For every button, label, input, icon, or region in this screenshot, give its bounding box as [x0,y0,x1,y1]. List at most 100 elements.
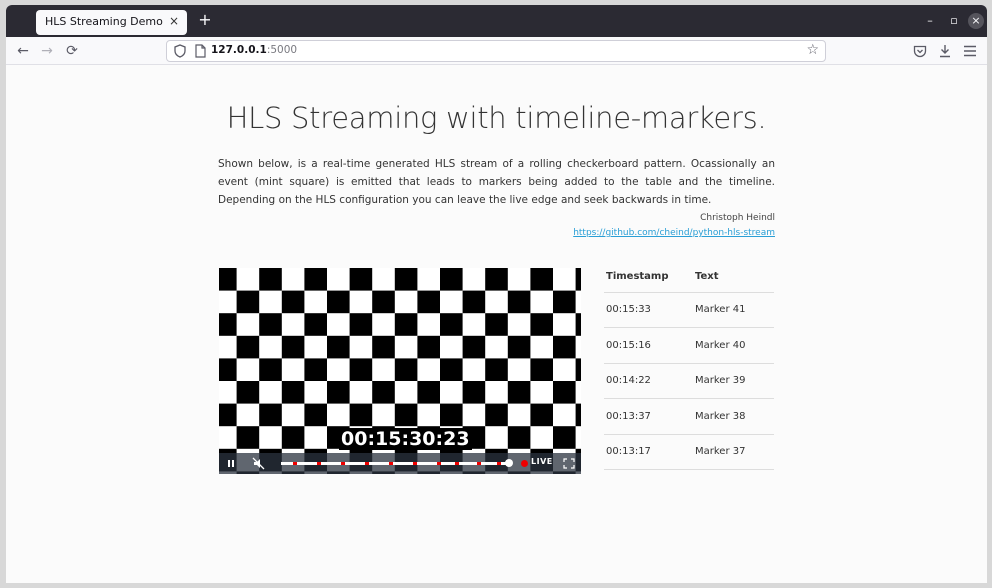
checker-square [575,268,581,291]
timeline-marker[interactable] [341,462,345,465]
timestamp-cell: 00:14:22 [604,363,693,399]
intro-paragraph: Shown below, is a real-time generated HL… [218,158,775,206]
checker-square [440,358,463,381]
pause-icon[interactable] [223,456,239,471]
downloads-icon[interactable] [938,44,952,58]
checker-square [485,268,508,291]
tab-close-icon[interactable]: × [167,14,181,28]
checker-square [259,313,282,336]
timeline-marker[interactable] [413,462,417,465]
checker-square [394,358,418,381]
checker-square [349,313,373,336]
text-cell: Marker 40 [693,327,774,364]
fullscreen-icon[interactable] [561,456,577,471]
table-row[interactable]: 00:13:17 Marker 37 [604,434,774,470]
maximize-button[interactable]: ▫ [946,13,962,29]
repo-link[interactable]: https://github.com/cheind/python-hls-str… [218,228,775,238]
timeline-marker[interactable] [389,462,393,465]
table-header-row: Timestamp Text [604,262,774,293]
checker-square [575,403,581,427]
checker-square [259,358,282,381]
checker-square [553,426,576,449]
minimize-button[interactable]: – [922,13,938,29]
timeline-marker[interactable] [437,462,441,465]
checker-square [553,335,576,359]
url-text: 127.0.0.1:5000 [211,44,297,56]
seek-bar[interactable] [281,459,513,467]
checker-square [219,403,237,427]
checker-square [349,358,373,381]
checker-square [349,403,373,427]
checker-square [530,313,553,336]
live-button[interactable]: LIVE [531,457,553,466]
text-cell: Marker 41 [693,292,774,328]
checker-square [219,313,237,336]
timestamp-cell: 00:13:17 [604,434,693,470]
timestamp-cell: 00:15:16 [604,327,693,364]
timeline-marker[interactable] [293,462,297,465]
checker-square [259,403,282,427]
text-cell: Marker 37 [693,434,774,470]
forward-button[interactable]: → [38,42,56,60]
back-button[interactable]: ← [14,42,32,60]
shield-icon[interactable] [173,44,187,58]
page-title: HLS Streaming with timeline-markers. [226,101,767,135]
checker-square [485,403,508,427]
timeline-marker[interactable] [317,462,321,465]
checker-square [394,313,418,336]
text-cell: Marker 38 [693,398,774,435]
tab-hls-demo[interactable]: HLS Streaming Demo × [36,10,187,35]
checker-square [281,381,305,404]
checker-square [553,290,576,314]
url-bar[interactable]: 127.0.0.1:5000 ☆ [166,40,826,62]
checker-square [530,358,553,381]
reload-button[interactable]: ⟳ [63,42,81,60]
timeline-marker[interactable] [365,462,369,465]
page-content: HLS Streaming with timeline-markers. Sho… [6,65,987,583]
table-row[interactable]: 00:15:33 Marker 41 [604,292,774,328]
checker-square [281,426,305,449]
checker-square [507,381,531,404]
checker-square [236,290,260,314]
mute-icon[interactable] [251,456,267,471]
timeline-marker[interactable] [455,462,459,465]
timeline-marker[interactable] [477,462,481,465]
timeline-marker[interactable] [497,462,501,465]
checker-square [417,335,440,359]
checker-square [236,426,260,449]
markers-table: Timestamp Text 00:15:33 Marker 41 00:15:… [604,262,774,470]
checker-square [462,381,486,404]
checker-square [440,313,463,336]
close-window-button[interactable]: × [968,13,984,29]
table-row[interactable]: 00:14:22 Marker 39 [604,363,774,399]
control-bar: LIVE [219,453,581,474]
seek-handle[interactable] [505,459,513,467]
checker-square [281,290,305,314]
checker-square [553,381,576,404]
table-row[interactable]: 00:13:37 Marker 38 [604,398,774,435]
video-player[interactable]: 00:15:30:23 LIVE [219,268,581,474]
checker-square [462,290,486,314]
author-name: Christoph Heindl [700,213,775,223]
bookmark-star-icon[interactable]: ☆ [806,42,819,58]
menu-icon[interactable] [963,45,977,57]
timestamp-cell: 00:15:33 [604,292,693,328]
new-tab-button[interactable]: + [196,11,214,29]
pocket-icon[interactable] [913,45,927,58]
checker-square [327,335,350,359]
page-icon[interactable] [193,44,207,58]
checker-square [507,290,531,314]
column-header-text: Text [693,262,774,293]
url-host: 127.0.0.1 [211,44,267,56]
checker-square [485,313,508,336]
text-cell: Marker 39 [693,363,774,399]
checker-square [281,335,305,359]
table-row[interactable]: 00:15:16 Marker 40 [604,327,774,364]
checker-square [304,403,327,427]
checker-square [304,268,327,291]
timestamp-cell: 00:13:37 [604,398,693,435]
column-header-timestamp: Timestamp [604,262,693,293]
checker-square [417,381,440,404]
checker-square [417,290,440,314]
seek-bar-progress [281,462,509,465]
